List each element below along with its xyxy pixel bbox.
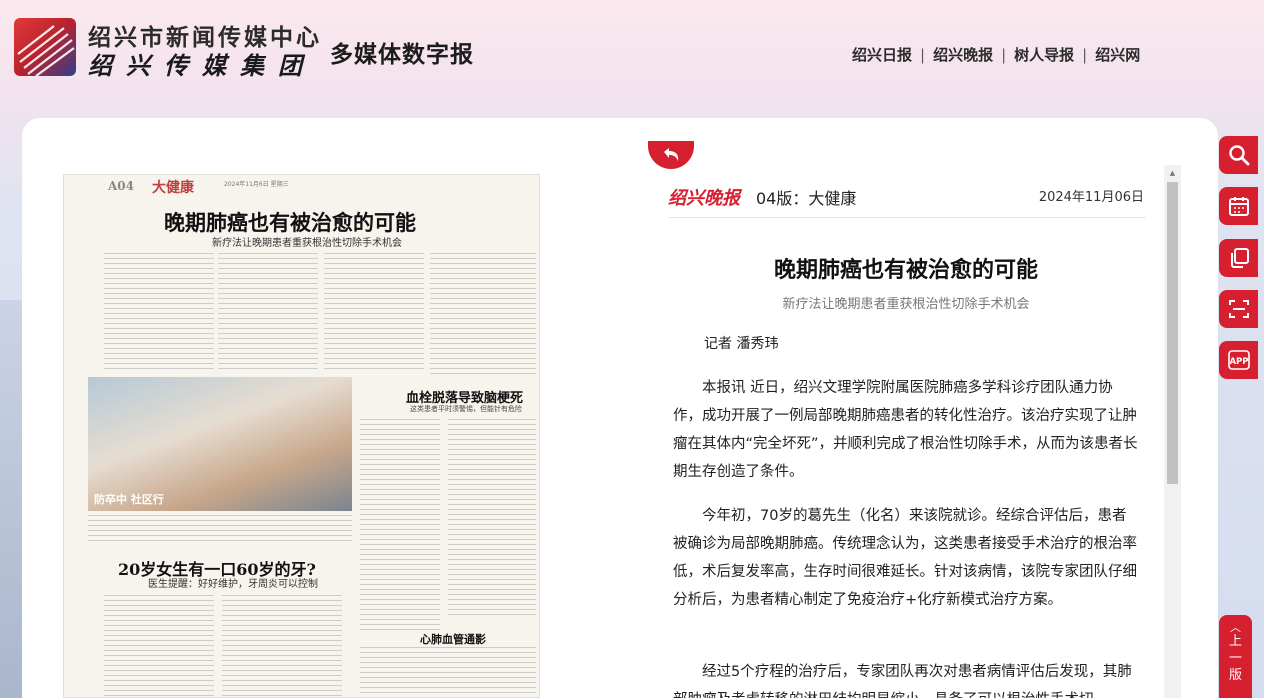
text-column: [218, 253, 318, 371]
product-name: 多媒体数字报: [330, 41, 474, 68]
text-column: [88, 515, 352, 545]
article-header: 绍兴晚报 04版：大健康 2024年11月06日: [668, 182, 1146, 218]
page-headline[interactable]: 晚期肺癌也有被治愈的可能: [164, 207, 416, 237]
edition-label: 04版：大健康: [756, 189, 857, 208]
text-column: [360, 647, 536, 697]
nav-shaoxing-evening[interactable]: 绍兴晚报: [933, 44, 993, 65]
scrollbar-thumb[interactable]: [1167, 182, 1178, 484]
search-button[interactable]: [1219, 136, 1258, 174]
return-arrow-icon: [664, 148, 679, 161]
copy-button[interactable]: [1219, 239, 1258, 277]
brand-subtitle: 绍兴传媒集团: [88, 51, 316, 80]
scan-icon: [1228, 300, 1249, 318]
calendar-icon: [1228, 197, 1249, 216]
app-icon: APP: [1227, 350, 1250, 370]
nav-shaoxing-net[interactable]: 绍兴网: [1095, 44, 1140, 65]
copy-icon: [1230, 248, 1249, 268]
page-subheadline: 新疗法让晚期患者重获根治性切除手术机会: [212, 238, 402, 249]
article-paragraph: 本报讯 近日，绍兴文理学院附属医院肺癌多学科诊疗团队通力协作，成功开展了一例局部…: [673, 380, 1138, 480]
app-button[interactable]: APP: [1219, 341, 1258, 379]
newspaper-page-image[interactable]: A04 大健康 2024年11月6日 星期三 晚期肺癌也有被治愈的可能 新疗法让…: [63, 174, 540, 698]
article-paragraph: 今年初，70岁的葛先生（化名）来该院就诊。经综合评估后，患者被确诊为局部晚期肺癌…: [673, 508, 1137, 608]
text-column: [360, 419, 440, 631]
page-number: A04: [108, 179, 135, 193]
nav-separator: |: [1001, 45, 1007, 64]
previous-edition-label: 上一版: [1228, 634, 1242, 683]
background-cityscape: [0, 300, 22, 698]
calendar-button[interactable]: [1219, 187, 1258, 225]
article-paragraph: 经过5个疗程的治疗后，专家团队再次对患者病情评估后发现，其肺部肿瘤及考虑转移的淋…: [673, 664, 1132, 698]
top-nav: 绍兴日报 | 绍兴晚报 | 树人导报 | 绍兴网: [852, 44, 1140, 65]
side-subheadline: 这类患者平时须警惕，但能针有危险: [410, 405, 522, 413]
article-author: 记者 潘秀玮: [704, 336, 779, 352]
previous-edition-button[interactable]: ︿ 上一版: [1219, 615, 1252, 698]
nav-shuren-guide[interactable]: 树人导报: [1014, 44, 1074, 65]
chevron-up-icon: ︿: [1230, 621, 1241, 634]
news-photo[interactable]: 防卒中 社区行: [88, 377, 352, 511]
text-column: [104, 253, 214, 371]
article-subtitle: 新疗法让晚期患者重获根治性切除手术机会: [782, 297, 1030, 312]
text-column: [448, 419, 536, 619]
page-meta: 2024年11月6日 星期三: [224, 181, 289, 188]
paper-logo: 绍兴晚报: [668, 188, 740, 209]
search-icon: [1228, 145, 1249, 166]
media-center-logo[interactable]: [14, 18, 76, 76]
page-subheadline-2: 医生提醒：好好维护，牙周炎可以控制: [148, 579, 318, 590]
text-column: [430, 253, 536, 377]
article-title: 晚期肺癌也有被治愈的可能: [773, 257, 1038, 283]
app-label: APP: [1229, 357, 1248, 367]
photo-caption: 防卒中 社区行: [94, 493, 164, 506]
nav-shaoxing-daily[interactable]: 绍兴日报: [852, 44, 912, 65]
scan-button[interactable]: [1219, 290, 1258, 328]
publish-date: 2024年11月06日: [1038, 190, 1144, 205]
page-headline-3[interactable]: 心肺血管通影: [420, 631, 486, 647]
site-header: 绍兴市新闻传媒中心 绍兴传媒集团 多媒体数字报 绍兴日报 | 绍兴晚报 | 树人…: [0, 0, 1264, 110]
scroll-up-arrow-icon[interactable]: ▲: [1164, 165, 1181, 181]
text-column: [324, 253, 424, 371]
text-column: [222, 595, 342, 697]
page-section: 大健康: [152, 180, 194, 196]
nav-separator: |: [920, 45, 926, 64]
nav-separator: |: [1082, 45, 1088, 64]
article-scrollbar[interactable]: ▲: [1164, 165, 1181, 698]
text-column: [104, 595, 214, 697]
